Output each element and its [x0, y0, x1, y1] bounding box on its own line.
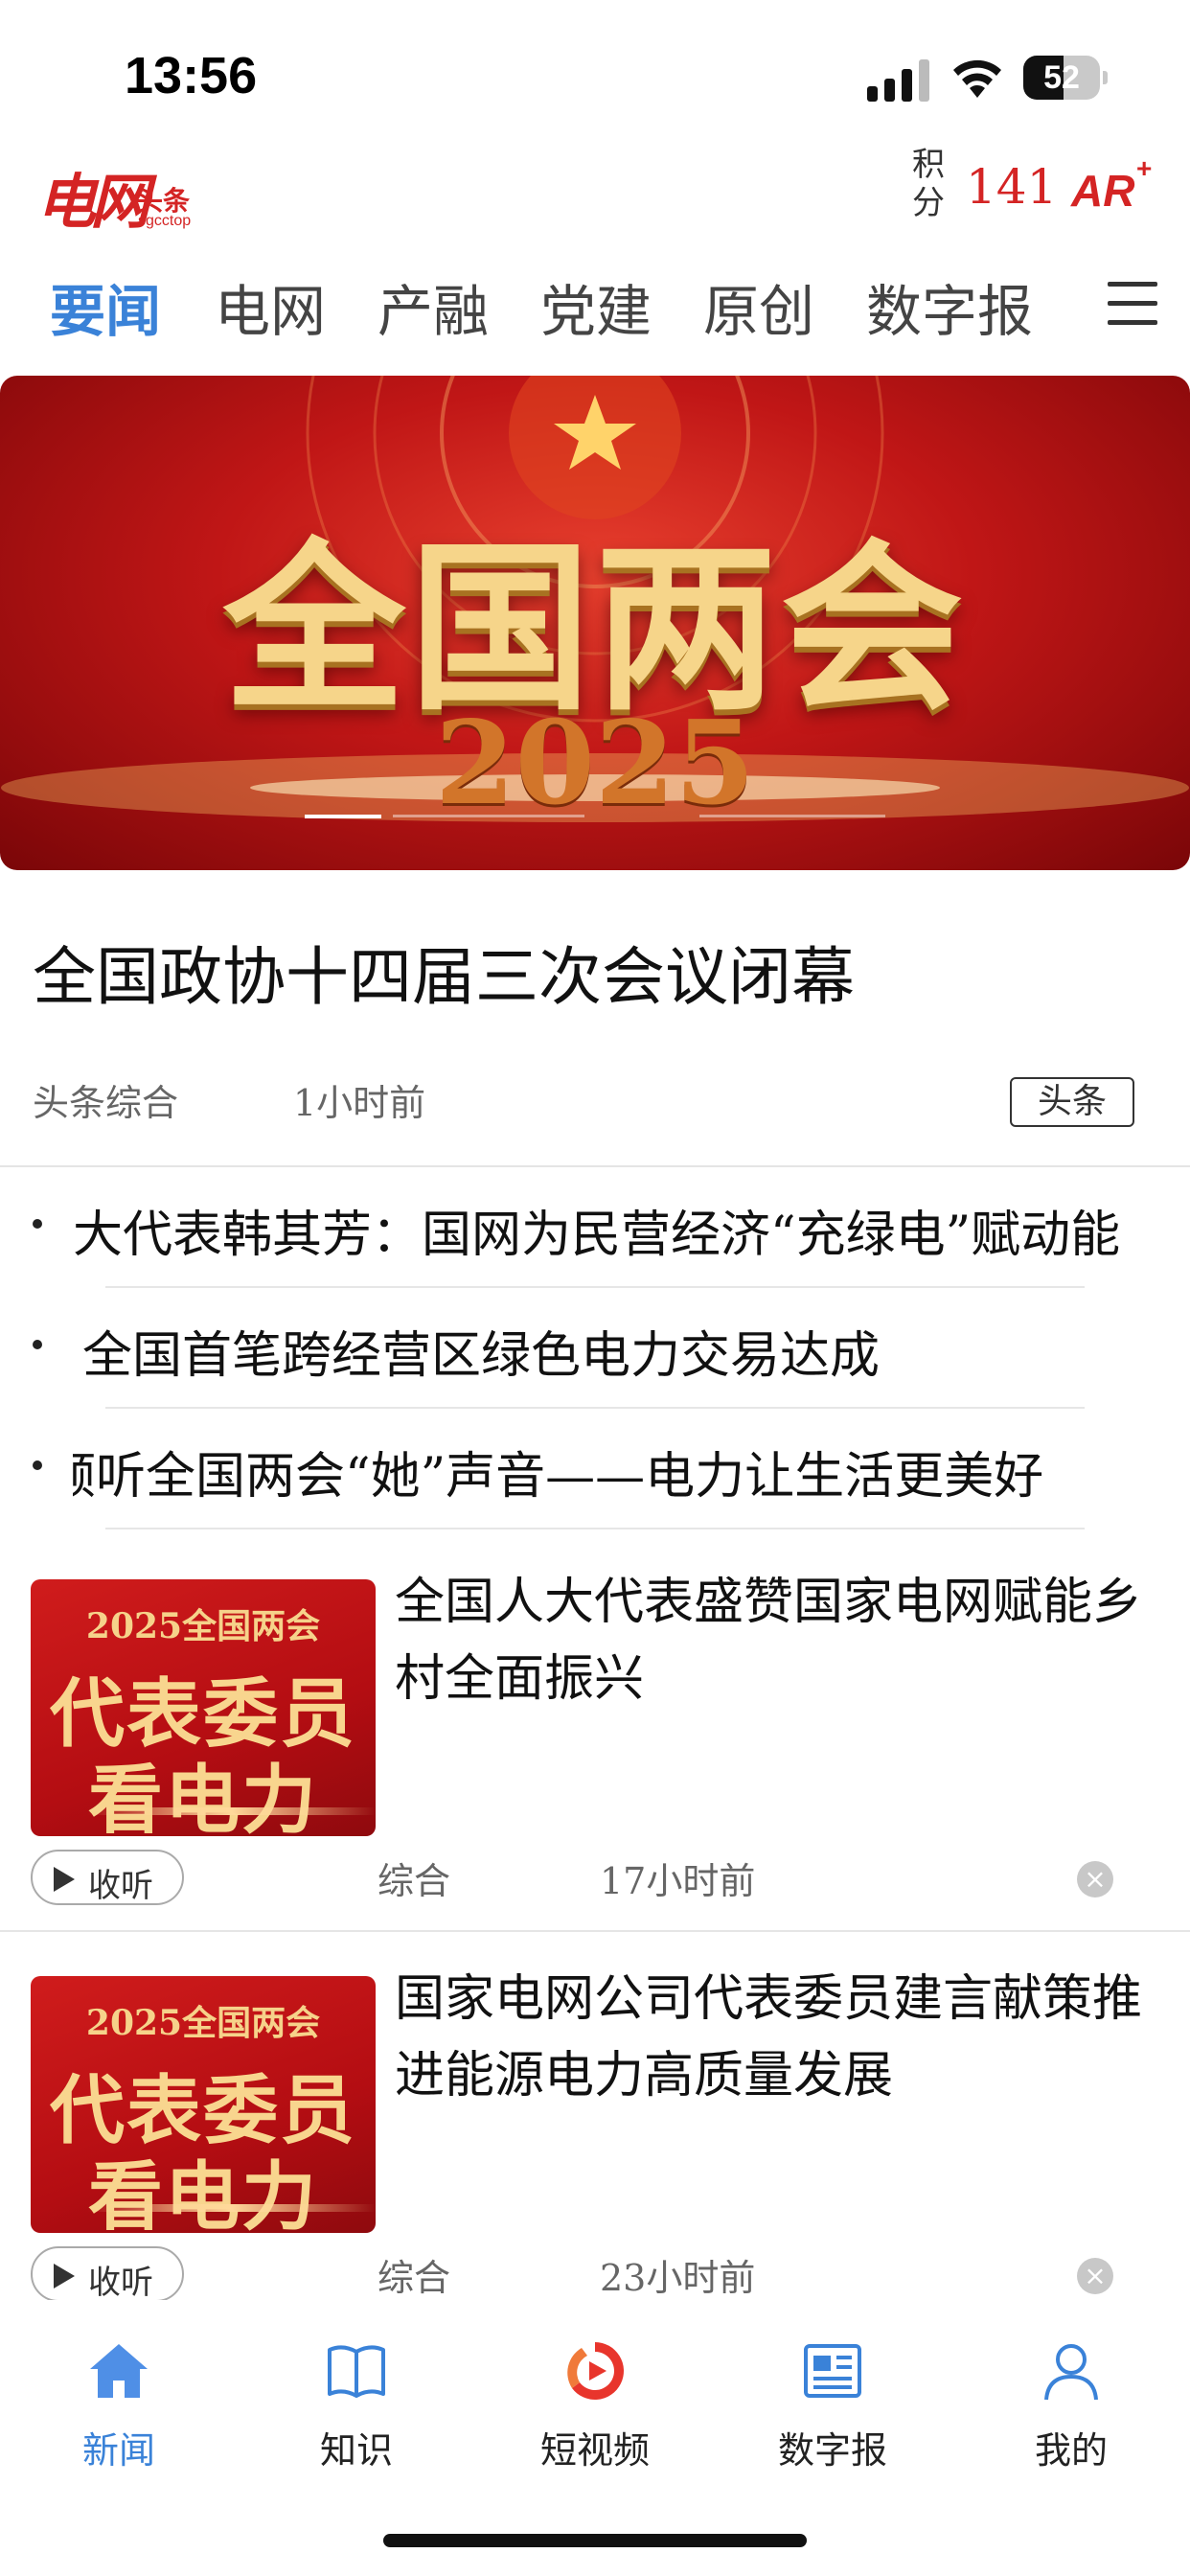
tabbar-label: 数字报: [777, 2429, 887, 2472]
ar-plus-icon: +: [1136, 153, 1153, 183]
divider: [0, 1930, 1190, 1932]
tabbar-digital-paper[interactable]: 数字报: [756, 2338, 909, 2472]
tabbar-label: 知识: [319, 2429, 393, 2472]
bullet-text: 人大代表韩其芳：国网为民营经济“充绿电”赋动能: [73, 1207, 1121, 1261]
home-icon: [90, 2344, 148, 2398]
news-time: 17小时前: [600, 1860, 756, 1902]
news-title: 国家电网公司代表委员建言献策推进能源电力高质量发展: [395, 1970, 1143, 2104]
listen-label: 收听: [88, 2264, 153, 2302]
banner-carousel[interactable]: 全国两会 2025: [0, 376, 1190, 870]
news-title: 全国人大代表盛赞国家电网赋能乡村全面振兴: [395, 1574, 1143, 1708]
thumb-caption: 2025全国两会: [85, 2003, 321, 2043]
banner-dot-1: [305, 815, 381, 818]
book-icon: [328, 2345, 385, 2398]
tabbar-news[interactable]: 新闻: [42, 2338, 195, 2472]
banner-dot-2: [393, 815, 584, 817]
app-logo[interactable]: 电网 头条 sgcctop: [36, 151, 209, 237]
banner-page-indicator: [305, 815, 885, 818]
cellular-signal-icon: [867, 59, 929, 102]
wifi-icon: [953, 59, 1001, 98]
thumb-title-line2: 看电力: [87, 2153, 318, 2233]
tabbar-knowledge[interactable]: 知识: [280, 2338, 433, 2472]
banner-dot-3: [699, 815, 885, 817]
listen-button[interactable]: 收听: [31, 1850, 184, 1905]
bullet-item[interactable]: 倾听全国两会“她”声音——电力让生活更美好: [0, 1409, 1190, 1530]
status-time: 13:56: [125, 47, 258, 104]
headline-source: 头条综合: [33, 1082, 179, 1124]
headline-tag: 头条: [1010, 1077, 1134, 1127]
banner-year: 2025: [435, 696, 755, 831]
headline-time: 1小时前: [293, 1082, 426, 1124]
tab-yaowen[interactable]: 要闻: [50, 266, 161, 347]
bullet-text: 全国首笔跨经营区绿色电力交易达成: [82, 1327, 881, 1382]
tabbar-label: 新闻: [81, 2429, 155, 2472]
logo-main-text: 电网: [36, 167, 149, 237]
thumb-caption: 2025全国两会: [85, 1606, 321, 1646]
app-header: 电网 头条 sgcctop 积分 141 AR +: [0, 144, 1190, 240]
listen-label: 收听: [88, 1867, 153, 1905]
points-value[interactable]: 141: [966, 159, 1057, 215]
bullet-text: 倾听全国两会“她”声音——电力让生活更美好: [73, 1448, 1044, 1503]
battery-level: 52: [1043, 59, 1080, 96]
news-thumbnail: 2025全国两会 代表委员 看电力: [31, 1579, 376, 1836]
home-indicator[interactable]: [383, 2534, 807, 2547]
news-card[interactable]: 2025全国两会 代表委员 看电力 全国人大代表盛赞国家电网赋能乡村全面振兴 收…: [0, 1574, 1190, 1976]
tabbar-label: 我的: [1034, 2429, 1108, 2472]
tabbar-profile[interactable]: 我的: [995, 2338, 1148, 2472]
news-thumbnail: 2025全国两会 代表委员 看电力: [31, 1976, 376, 2233]
tabbar-label: 短视频: [539, 2429, 650, 2472]
bullet-item[interactable]: 人大代表韩其芳：国网为民营经济“充绿电”赋动能: [0, 1167, 1190, 1288]
logo-en-text: sgcctop: [138, 213, 192, 229]
category-tabs: 要闻 电网 产融 党建 原创 数字报: [0, 259, 1190, 355]
headline-title[interactable]: 全国政协十四届三次会议闭幕: [33, 926, 855, 1018]
tab-dangjian[interactable]: 党建: [540, 266, 652, 347]
dismiss-icon[interactable]: ×: [1077, 1861, 1113, 1898]
play-icon: [54, 2264, 75, 2288]
bullet-dot: [33, 1340, 42, 1349]
news-category: 综合: [378, 1860, 451, 1902]
listen-button[interactable]: 收听: [31, 2246, 184, 2302]
status-bar: 13:56 52: [0, 0, 1190, 144]
bullet-dot: [33, 1219, 42, 1229]
dismiss-icon[interactable]: ×: [1077, 2258, 1113, 2294]
points-label: 积分: [912, 146, 945, 222]
tab-chanrong[interactable]: 产融: [378, 266, 489, 347]
video-icon: [567, 2342, 624, 2400]
battery-icon: 52: [1023, 56, 1108, 100]
newspaper-icon: [804, 2344, 861, 2398]
play-icon: [54, 1867, 75, 1892]
menu-icon[interactable]: [1108, 282, 1157, 325]
profile-icon: [1044, 2344, 1098, 2401]
tabbar-short-video[interactable]: 短视频: [518, 2338, 672, 2472]
news-time: 23小时前: [600, 2257, 756, 2299]
tab-dianwang[interactable]: 电网: [215, 266, 326, 347]
tab-shuzibao[interactable]: 数字报: [866, 266, 1033, 347]
bullet-item[interactable]: 全国首笔跨经营区绿色电力交易达成: [0, 1288, 1190, 1409]
bullet-dot: [33, 1460, 42, 1470]
thumb-title-line2: 看电力: [87, 1757, 318, 1836]
news-category: 综合: [378, 2257, 451, 2299]
tab-yuanchuang[interactable]: 原创: [703, 266, 814, 347]
ar-button[interactable]: AR: [1071, 165, 1134, 217]
